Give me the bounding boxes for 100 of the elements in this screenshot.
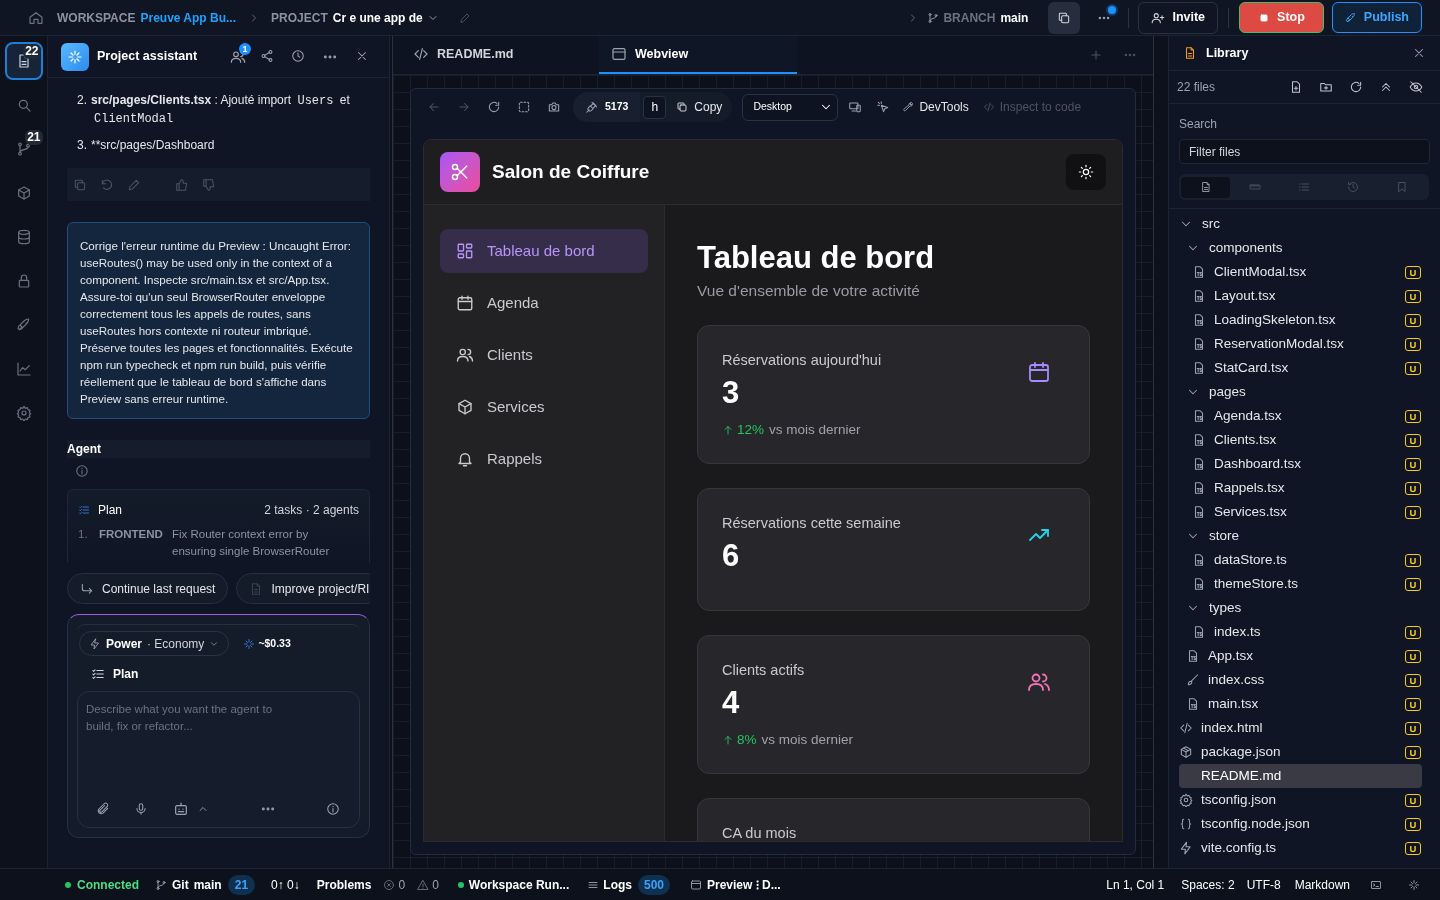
git-branch-tab[interactable]: 21 [4,130,43,168]
devtools-button[interactable]: DevTools [902,98,969,116]
suggestion-chip[interactable]: Improve project/RI [236,573,370,604]
error-icon [383,878,396,891]
stat-value: 4 [722,685,741,721]
thumbs-up-icon[interactable] [175,177,189,192]
copy-icon [676,101,689,113]
theme-toggle[interactable] [1066,154,1106,190]
invite-button[interactable]: Invite [1138,1,1219,34]
users-icon[interactable] [230,48,246,65]
home-icon[interactable] [28,9,44,26]
file-row[interactable]: Rappels.tsx U [1179,476,1422,500]
close-icon[interactable] [1412,46,1426,60]
typescript-file-icon [1192,505,1206,519]
file-row[interactable]: tsconfig.json U [1179,788,1422,812]
sync-status[interactable]: 0↑ 0↓ [271,875,300,894]
prompt-input[interactable]: Describe what you want the agent to build, fix or refactor... [86,701,351,801]
dashed-square-icon[interactable] [517,100,531,114]
window-icon [611,46,627,62]
file-row[interactable]: index.ts U [1179,620,1422,644]
file-row[interactable]: ClientModal.tsx U [1179,260,1422,284]
brush-icon [1186,673,1200,687]
pointer-icon[interactable] [876,100,891,114]
file-row[interactable]: Dashboard.tsx U [1179,452,1422,476]
file-row[interactable]: Services.tsx U [1179,500,1422,524]
microphone-icon[interactable] [134,802,148,816]
file-tab[interactable]: 22 [4,42,43,80]
problems-label[interactable]: Problems [316,875,372,894]
file-row[interactable]: App.tsx U [1179,644,1422,668]
git-label[interactable]: Git [172,875,189,894]
plan-toggle[interactable]: Plan [113,665,139,683]
host-key[interactable]: h [643,95,667,119]
folder-row[interactable]: store [1179,524,1422,548]
nav-item[interactable]: Rappels [440,437,648,481]
folder-row[interactable]: src [1179,212,1422,236]
terminal-icon[interactable] [1370,878,1382,891]
git-branch[interactable]: main [193,875,222,894]
device-select[interactable]: Desktop [742,93,839,121]
new-file-icon[interactable] [1289,80,1303,94]
workspace-link[interactable]: Preuve App Bu... [140,8,237,27]
copy-url-button[interactable]: Copy [676,98,723,116]
editor-tab[interactable]: README.md [401,36,599,74]
stop-button[interactable]: Stop [1239,2,1324,33]
robot-icon[interactable] [173,801,189,817]
sparkle-icon[interactable] [1408,878,1420,891]
file-row[interactable]: ReservationModal.tsx U [1179,332,1422,356]
file-row[interactable]: Layout.tsx U [1179,284,1422,308]
folder-row[interactable]: types [1179,596,1422,620]
file-filter-tab[interactable] [1181,176,1231,198]
encoding[interactable]: UTF-8 [1246,875,1281,894]
file-row[interactable]: tsconfig.node.json U [1179,812,1422,836]
bolt-icon [1179,841,1193,855]
devices-icon[interactable] [848,100,863,114]
folder-row[interactable]: pages [1179,380,1422,404]
logs-label[interactable]: Logs [603,875,632,894]
file-row[interactable]: Clients.tsx U [1179,428,1422,452]
branch-name[interactable]: main [1000,8,1029,27]
publish-button[interactable]: Publish [1331,2,1422,33]
file-row[interactable]: index.css U [1179,668,1422,692]
nav-item[interactable]: Agenda [440,281,648,325]
warning-icon [417,878,430,891]
paperclip-icon[interactable] [96,802,110,816]
collapse-icon[interactable] [1379,80,1393,94]
typescript-file-icon [1192,409,1206,423]
refresh-icon[interactable] [487,100,501,114]
file-row[interactable]: Agenda.tsx U [1179,404,1422,428]
info-icon[interactable] [326,802,340,816]
new-folder-icon[interactable] [1319,80,1333,94]
folder-row[interactable]: components [1179,236,1422,260]
clock-icon[interactable] [291,48,305,63]
file-row[interactable]: package.json U [1179,740,1422,764]
suggestion-chip[interactable]: Continue last request [67,573,229,604]
port-button[interactable]: 5173 [573,92,641,122]
info-icon[interactable] [75,464,89,478]
refresh-icon[interactable] [1349,80,1363,94]
indentation[interactable]: Spaces: 2 [1181,875,1235,894]
prompt-field[interactable]: Describe what you want the agent to build, fix or refactor... [77,691,360,828]
cursor-position[interactable]: Ln 1, Col 1 [1106,875,1165,894]
nav-item[interactable]: Services [440,385,648,429]
preview-status[interactable]: Preview ⁝ D... [707,875,781,894]
editor-tab[interactable]: Webview [599,36,797,74]
language-mode[interactable]: Markdown [1294,875,1350,894]
workspace-status[interactable]: Workspace Run... [468,875,570,894]
project-name[interactable]: Cr e une app de [332,8,423,27]
file-row[interactable]: StatCard.tsx U [1179,356,1422,380]
thumbs-down-icon[interactable] [202,177,216,192]
eye-off-icon[interactable] [1409,80,1423,94]
nav-item[interactable]: Tableau de bord [440,229,648,273]
file-row[interactable]: main.tsx U [1179,692,1422,716]
share-icon[interactable] [260,48,274,63]
file-row[interactable]: themeStore.ts U [1179,572,1422,596]
file-row[interactable]: index.html U [1179,716,1422,740]
file-row[interactable]: README.md [1179,764,1422,788]
camera-icon[interactable] [547,100,561,114]
file-row[interactable]: LoadingSkeleton.tsx U [1179,308,1422,332]
copy-button[interactable] [1048,1,1081,34]
file-row[interactable]: vite.config.ts U [1179,836,1422,860]
nav-item[interactable]: Clients [440,333,648,377]
filter-field[interactable]: Filter files [1179,139,1430,164]
file-row[interactable]: dataStore.ts U [1179,548,1422,572]
